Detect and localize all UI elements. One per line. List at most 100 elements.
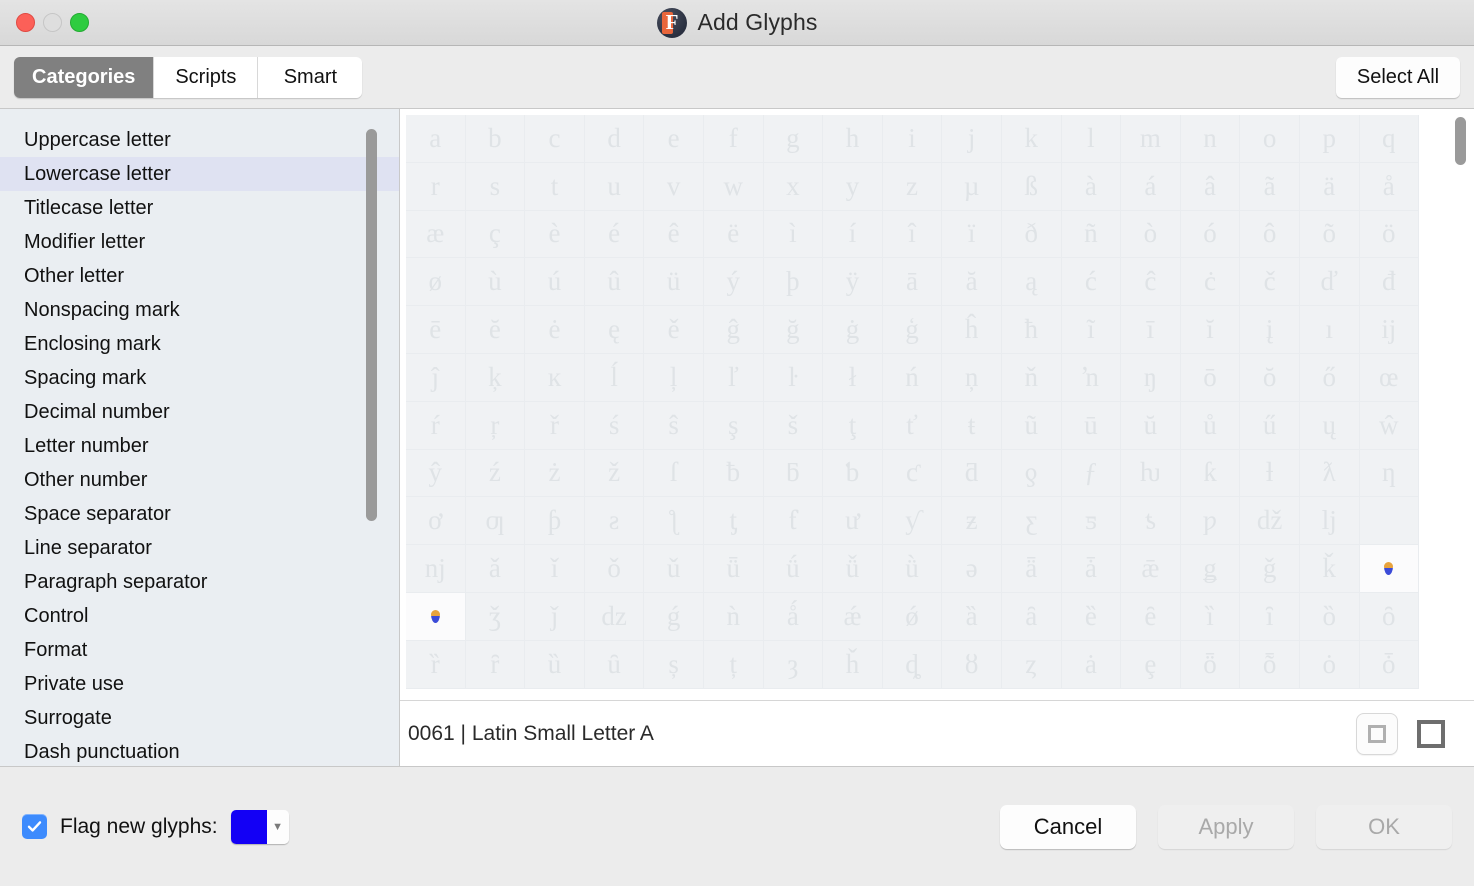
sidebar-item-dash-punctuation[interactable]: Dash punctuation: [0, 735, 399, 766]
glyph-cell[interactable]: ƒ: [1061, 449, 1122, 498]
glyph-cell[interactable]: ǝ: [942, 545, 1002, 593]
glyph-cell[interactable]: ğ: [763, 306, 824, 354]
glyph-cell[interactable]: ſ: [644, 449, 704, 498]
cancel-button[interactable]: Cancel: [1000, 804, 1136, 849]
glyph-cell[interactable]: ǌ: [406, 545, 466, 593]
glyph-cell[interactable]: ȟ: [823, 640, 883, 689]
glyph-cell-marked[interactable]: [1359, 545, 1420, 593]
glyph-cell[interactable]: ĉ: [1121, 258, 1181, 307]
glyph-cell[interactable]: ó: [1180, 210, 1241, 259]
glyph-cell[interactable]: q: [1359, 115, 1420, 163]
glyph-cell[interactable]: ȯ: [1299, 640, 1360, 689]
glyph-cell[interactable]: ı: [1299, 306, 1360, 354]
sidebar-item-enclosing-mark[interactable]: Enclosing mark: [0, 327, 399, 361]
glyph-cell[interactable]: h: [823, 115, 883, 163]
glyph-cell[interactable]: ǳ: [584, 592, 645, 641]
sidebar-item-lowercase-letter[interactable]: Lowercase letter: [0, 157, 399, 191]
glyph-cell[interactable]: b: [465, 115, 526, 163]
glyph-cell[interactable]: ũ: [1001, 401, 1062, 450]
sidebar-item-modifier-letter[interactable]: Modifier letter: [0, 225, 399, 259]
glyph-cell[interactable]: ƞ: [1359, 449, 1420, 498]
glyph-cell[interactable]: ȱ: [1359, 640, 1420, 689]
glyph-cell[interactable]: ï: [942, 210, 1002, 259]
glyph-cell[interactable]: s: [465, 162, 526, 211]
glyph-cell[interactable]: ĵ: [406, 353, 466, 402]
glyph-cell[interactable]: c: [525, 115, 585, 163]
glyph-cell[interactable]: ĕ: [465, 306, 526, 354]
glyph-cell[interactable]: ȓ: [465, 640, 526, 689]
glyph-cell[interactable]: ĸ: [525, 353, 585, 402]
glyph-cell[interactable]: è: [525, 210, 585, 259]
glyph-cell[interactable]: à: [1061, 162, 1122, 211]
glyph-cell[interactable]: ǹ: [703, 592, 764, 641]
glyph-cell[interactable]: ŕ: [406, 401, 466, 450]
glyph-cell[interactable]: ƀ: [703, 449, 764, 498]
glyph-cell[interactable]: ƛ: [1299, 449, 1360, 498]
glyph-cell[interactable]: ĝ: [703, 306, 764, 354]
glyph-cell[interactable]: ǘ: [763, 545, 824, 593]
glyph-cell[interactable]: ȍ: [1299, 592, 1360, 641]
glyph-cell[interactable]: ǩ: [1299, 545, 1360, 593]
glyph-cell[interactable]: ė: [525, 306, 585, 354]
glyph-cell[interactable]: ƭ: [763, 497, 824, 546]
glyph-cell[interactable]: ǚ: [823, 545, 883, 593]
glyph-cell[interactable]: ĥ: [942, 306, 1002, 354]
sidebar-item-surrogate[interactable]: Surrogate: [0, 701, 399, 735]
glyph-cell[interactable]: j: [942, 115, 1002, 163]
glyph-cell[interactable]: ż: [525, 449, 585, 498]
sidebar-item-paragraph-separator[interactable]: Paragraph separator: [0, 565, 399, 599]
glyph-cell[interactable]: ď: [1299, 258, 1360, 307]
glyph-cell[interactable]: ų: [1299, 401, 1360, 450]
glyph-cell[interactable]: a: [406, 115, 466, 163]
glyph-cell[interactable]: o: [1240, 115, 1300, 163]
glyph-cell[interactable]: æ: [406, 210, 466, 259]
glyph-cell[interactable]: ǿ: [882, 592, 943, 641]
sidebar-item-private-use[interactable]: Private use: [0, 667, 399, 701]
glyph-cell[interactable]: ä: [1299, 162, 1360, 211]
glyph-cell[interactable]: ǰ: [525, 592, 585, 641]
glyph-cell[interactable]: f: [703, 115, 764, 163]
glyph-cell[interactable]: ŗ: [465, 401, 526, 450]
glyph-cell[interactable]: ț: [703, 640, 764, 689]
glyph-cell[interactable]: d: [584, 115, 645, 163]
glyph-cell[interactable]: ǡ: [1061, 545, 1122, 593]
glyph-cell[interactable]: ȗ: [584, 640, 645, 689]
glyph-cell[interactable]: ŝ: [644, 401, 704, 450]
glyph-cell[interactable]: x: [763, 162, 824, 211]
flag-color-well[interactable]: ▼: [230, 809, 289, 844]
glyph-cell[interactable]: č: [1240, 258, 1300, 307]
glyph-cell[interactable]: ƽ: [1061, 497, 1122, 546]
glyph-cell[interactable]: ǻ: [763, 592, 824, 641]
glyph-cell[interactable]: ŵ: [1359, 401, 1420, 450]
glyph-grid-scrollbar[interactable]: [1455, 117, 1466, 687]
glyph-cell[interactable]: ú: [525, 258, 585, 307]
glyph-cell[interactable]: v: [644, 162, 704, 211]
glyph-cell[interactable]: ŀ: [763, 353, 824, 402]
glyph-cell[interactable]: ƾ: [1121, 497, 1181, 546]
glyph-cell[interactable]: ÿ: [823, 258, 883, 307]
glyph-cell[interactable]: ƚ: [1240, 449, 1300, 498]
glyph-cell[interactable]: ĳ: [1359, 306, 1420, 354]
glyph-cell[interactable]: ƴ: [882, 497, 943, 546]
sidebar-item-other-number[interactable]: Other number: [0, 463, 399, 497]
glyph-cell[interactable]: k: [1001, 115, 1062, 163]
glyph-cell[interactable]: ȧ: [1061, 640, 1122, 689]
glyph-cell[interactable]: ǵ: [644, 592, 704, 641]
glyph-cell[interactable]: ă: [942, 258, 1002, 307]
glyph-cell[interactable]: ư: [823, 497, 883, 546]
glyph-cell[interactable]: ƣ: [465, 497, 526, 546]
glyph-cell[interactable]: ŏ: [1240, 353, 1300, 402]
small-cell-size-button[interactable]: [1356, 712, 1398, 755]
glyph-cell[interactable]: ċ: [1180, 258, 1241, 307]
apply-button[interactable]: Apply: [1158, 804, 1294, 849]
glyph-cell[interactable]: ą: [1001, 258, 1062, 307]
close-button[interactable]: [16, 13, 35, 32]
glyph-cell[interactable]: ë: [703, 210, 764, 259]
glyph-cell[interactable]: í: [823, 210, 883, 259]
sidebar-item-space-separator[interactable]: Space separator: [0, 497, 399, 531]
glyph-cell[interactable]: ü: [644, 258, 704, 307]
glyph-cell-marked[interactable]: [406, 592, 466, 641]
sidebar-item-format[interactable]: Format: [0, 633, 399, 667]
glyph-cell[interactable]: ǔ: [644, 545, 704, 593]
sidebar-item-nonspacing-mark[interactable]: Nonspacing mark: [0, 293, 399, 327]
